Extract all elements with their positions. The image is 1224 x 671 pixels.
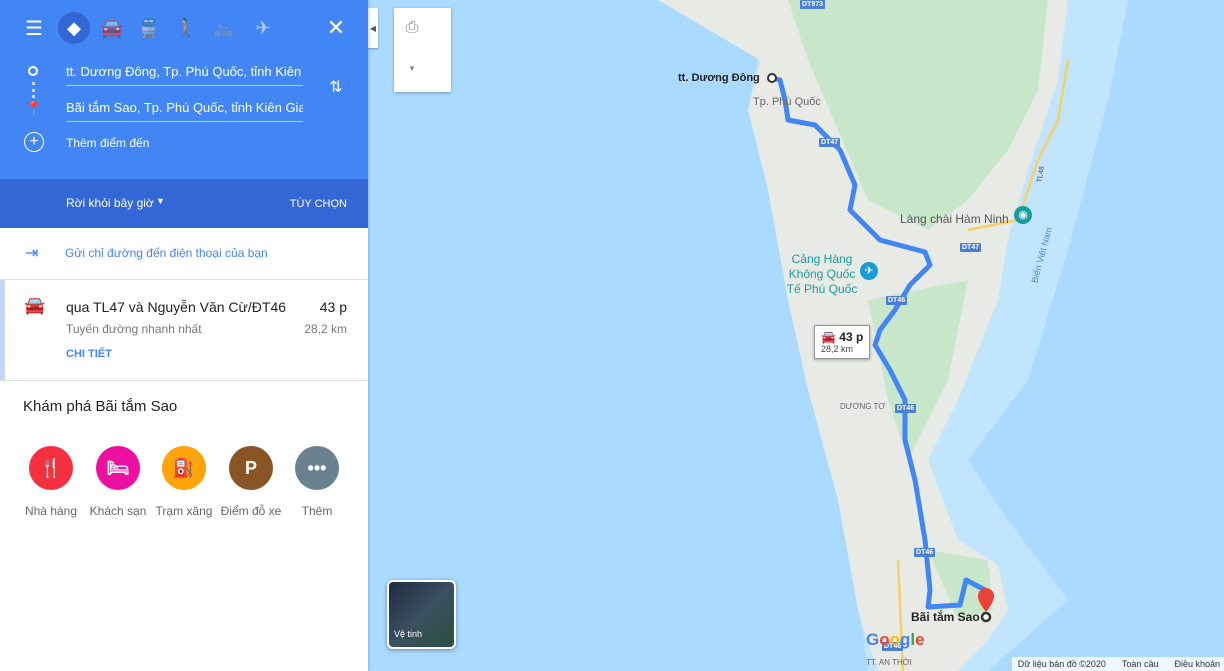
directions-panel: ☰ ◆ 🚘 🚆 🚶 🚲 ✈ ✕ 📍 tt. Dương Đông, Tp. Ph…	[0, 0, 368, 671]
route-option[interactable]: 🚘 qua TL47 và Nguyễn Văn Cừ/ĐT46 43 p Tu…	[0, 280, 368, 381]
restaurant-icon: 🍴	[29, 446, 73, 490]
options-button[interactable]: TÙY CHỌN	[290, 198, 347, 210]
destination-marker	[980, 611, 992, 623]
hotel-icon: 🛏	[96, 446, 140, 490]
add-icon[interactable]: +	[24, 132, 44, 152]
collapse-panel-button[interactable]: ◀	[368, 8, 378, 48]
airport-label: Cảng Hàng Không Quốc Tế Phú Quốc	[786, 252, 858, 296]
origin-marker	[767, 73, 777, 83]
road-shield: DT46	[895, 404, 917, 413]
route-via: qua TL47 và Nguyễn Văn Cừ/ĐT46	[66, 299, 287, 315]
chevron-down-icon[interactable]: ▼	[394, 48, 430, 88]
scale-link[interactable]: Toàn cầu	[1122, 659, 1159, 671]
more-icon: •••	[295, 446, 339, 490]
category-restaurants[interactable]: 🍴 Nhà hàng	[18, 446, 84, 518]
parking-icon: P	[229, 446, 273, 490]
category-hotels[interactable]: 🛏 Khách sạn	[85, 446, 151, 518]
road-shield: DT46	[886, 296, 908, 305]
send-to-phone-icon: ⇥	[25, 245, 39, 262]
details-button[interactable]: CHI TIẾT	[66, 348, 112, 360]
mode-walk-icon[interactable]: 🚶	[170, 12, 202, 44]
destination-label: Bãi tắm Sao	[911, 610, 980, 624]
send-to-phone-row[interactable]: ⇥ Gửi chỉ đường đến điện thoại của bạn	[0, 228, 368, 280]
add-destination-button[interactable]: Thêm điểm đến	[66, 136, 149, 150]
satellite-toggle[interactable]: Vệ tinh	[387, 580, 456, 649]
explore-title: Khám phá Bãi tắm Sao	[23, 398, 178, 415]
attraction-icon: ◉	[1014, 206, 1032, 224]
mode-transit-icon[interactable]: 🚆	[133, 12, 165, 44]
map[interactable]: tt. Dương Đông Tp. Phú Quốc Làng chài Hà…	[368, 0, 1224, 671]
car-icon: 🚘	[821, 330, 836, 344]
mode-bike-icon[interactable]: 🚲	[208, 12, 240, 44]
destination-pin-icon: 📍	[25, 99, 43, 116]
close-icon[interactable]: ✕	[324, 15, 348, 40]
destination-input[interactable]: Bãi tắm Sao, Tp. Phú Quốc, tỉnh Kiên Gia…	[66, 100, 303, 122]
satellite-label: Vệ tinh	[394, 629, 423, 639]
layers-control[interactable]: ⎙ ▼	[394, 8, 451, 92]
directions-header: ☰ ◆ 🚘 🚆 🚶 🚲 ✈ ✕ 📍 tt. Dương Đông, Tp. Ph…	[0, 0, 368, 179]
google-logo: Google	[866, 630, 925, 649]
bubble-distance: 28,2 km	[821, 344, 854, 354]
road-shield: DT47	[960, 243, 982, 252]
category-parking[interactable]: P Điểm đỗ xe	[218, 446, 284, 518]
menu-icon[interactable]: ☰	[22, 16, 46, 40]
map-data-credit: Dữ liệu bản đồ ©2020	[1017, 659, 1106, 669]
route-time: 43 p	[319, 299, 347, 315]
airport-icon: ✈	[860, 262, 878, 280]
depart-bar: Rời khỏi bây giờ ▼ TÙY CHỌN	[0, 179, 368, 228]
send-to-phone-link[interactable]: Gửi chỉ đường đến điện thoại của bạn	[65, 246, 268, 260]
city-label: Tp. Phú Quốc	[753, 96, 821, 108]
category-more[interactable]: ••• Thêm	[284, 446, 350, 518]
road-shield: DT46	[914, 548, 936, 557]
map-footer: Dữ liệu bản đồ ©2020 Toàn cầu Điều khoản	[1011, 657, 1224, 671]
origin-label: tt. Dương Đông	[678, 72, 760, 84]
anthoi-label: TT. AN THỜI	[866, 658, 912, 667]
mode-flight-icon[interactable]: ✈	[247, 12, 279, 44]
duongto-label: DƯƠNG TƠ	[840, 402, 886, 411]
depart-time-dropdown[interactable]: Rời khỏi bây giờ	[66, 196, 154, 210]
mode-best-icon[interactable]: ◆	[58, 12, 90, 44]
route-note: Tuyến đường nhanh nhất	[66, 322, 202, 336]
origin-input[interactable]: tt. Dương Đông, Tp. Phú Quốc, tỉnh Kiên …	[66, 64, 303, 86]
village-label: Làng chài Hàm Ninh	[900, 212, 1009, 226]
road-shield: DT973	[800, 0, 826, 9]
bubble-time: 43 p	[839, 330, 864, 344]
gas-station-icon: ⛽	[162, 446, 206, 490]
origin-dot-icon	[28, 66, 38, 76]
print-icon[interactable]: ⎙	[394, 8, 430, 48]
car-icon: 🚘	[24, 296, 46, 315]
route-bubble[interactable]: 🚘 43 p 28,2 km	[814, 325, 871, 359]
category-gas[interactable]: ⛽ Trạm xăng	[151, 446, 217, 518]
mode-car-icon[interactable]: 🚘	[96, 12, 128, 44]
swap-icon[interactable]: ⇅	[326, 76, 346, 98]
road-shield: DT47	[819, 138, 841, 147]
terms-link[interactable]: Điều khoản	[1174, 659, 1220, 671]
route-dots-icon	[32, 82, 35, 98]
chevron-down-icon[interactable]: ▼	[156, 196, 165, 206]
route-distance: 28,2 km	[304, 322, 347, 336]
